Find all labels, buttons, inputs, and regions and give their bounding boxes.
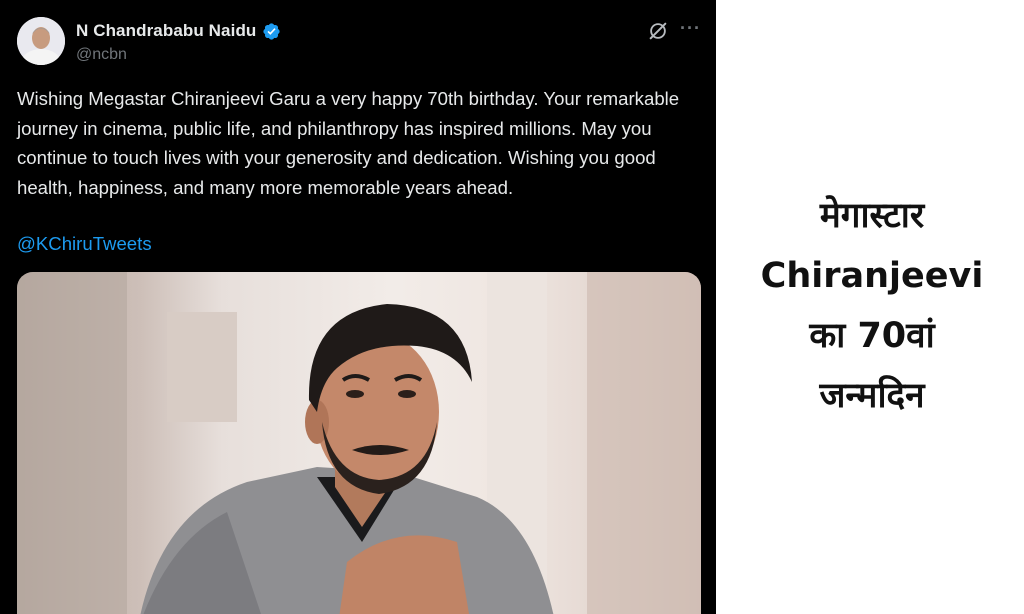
headline-text: मेगास्टार Chiranjeevi का 70वां जन्मदिन	[742, 186, 1002, 426]
author-name[interactable]: N Chandrababu Naidu	[76, 21, 256, 41]
tweet-text: Wishing Megastar Chiranjeevi Garu a very…	[17, 88, 680, 198]
tweet-photo[interactable]	[17, 272, 701, 614]
grok-icon[interactable]	[647, 20, 669, 42]
headline-line-4: जन्मदिन	[819, 376, 925, 416]
author-avatar[interactable]	[17, 17, 65, 65]
avatar-image	[17, 17, 65, 65]
author-handle[interactable]: @ncbn	[76, 46, 127, 64]
headline-line-1: मेगास्टार	[819, 196, 925, 236]
portrait-image	[17, 272, 701, 614]
headline-line-2: Chiranjeevi	[760, 256, 984, 296]
more-options-icon[interactable]: ···	[680, 18, 701, 39]
author-name-row: N Chandrababu Naidu	[76, 21, 281, 41]
tweet-card: N Chandrababu Naidu @ncbn ··· Wishing Me…	[0, 0, 716, 614]
verified-badge-icon	[263, 22, 281, 40]
mention-link[interactable]: @KChiruTweets	[17, 229, 152, 259]
headline-line-3: का 70वां	[809, 316, 935, 356]
